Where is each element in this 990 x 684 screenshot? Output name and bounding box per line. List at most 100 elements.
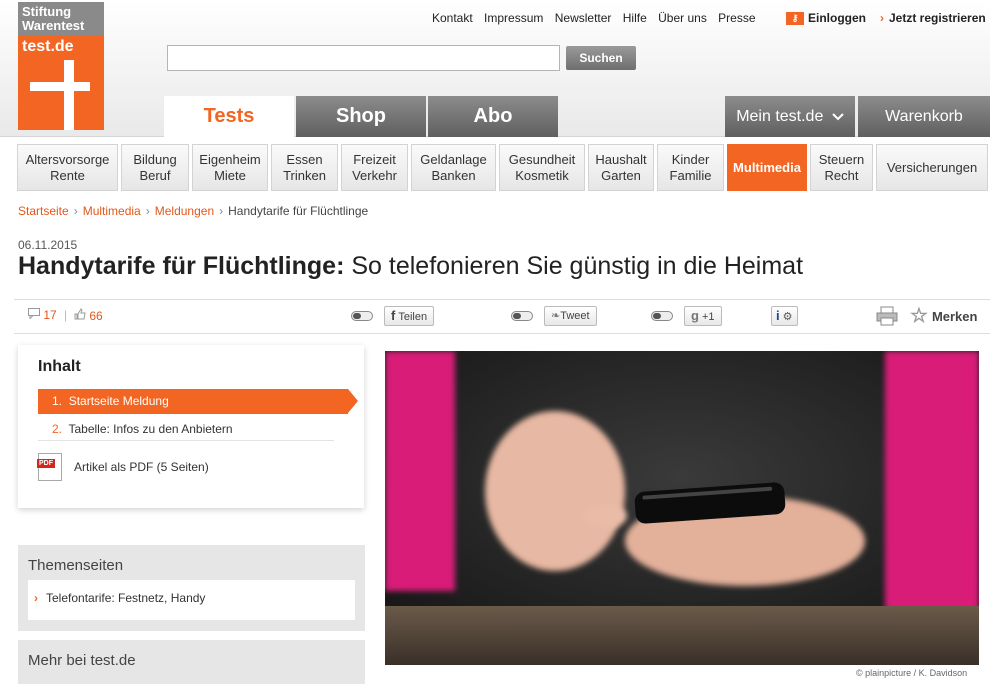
gplus-label: +1 (701, 311, 715, 323)
gear-icon: ⚙ (782, 311, 793, 323)
tab-abo[interactable]: Abo (428, 96, 558, 137)
photo-credit: © plainpicture / K. Davidson (856, 668, 968, 678)
login-link[interactable]: ⚷ Einloggen (786, 11, 866, 25)
cat-label: Steuern (818, 151, 865, 167)
toplink-kontakt[interactable]: Kontakt (432, 11, 473, 25)
pdf-download-link[interactable]: PDF Artikel als PDF (5 Seiten) (37, 453, 209, 481)
comment-icon (28, 308, 40, 320)
toc-label: Tabelle: Infos zu den Anbietern (68, 422, 233, 436)
cat-label: Beruf (139, 167, 171, 183)
cat-label: Miete (214, 167, 246, 183)
cat-label: Freizeit (353, 151, 396, 167)
merken-button[interactable]: ☆ Merken (910, 305, 977, 327)
login-label: Einloggen (808, 11, 866, 25)
tab-shop[interactable]: Shop (296, 96, 426, 137)
cat-freizeit[interactable]: Freizeit Verkehr (341, 144, 408, 191)
themenseiten-link[interactable]: › Telefontarife: Festnetz, Handy (28, 580, 355, 620)
toplink-ueber-uns[interactable]: Über uns (658, 11, 707, 25)
info-button[interactable]: i ⚙ (771, 306, 798, 326)
cat-label: Rente (50, 167, 85, 183)
toc-number: 2. (52, 422, 63, 436)
toc-number: 1. (52, 394, 63, 408)
tab-mein-test-de[interactable]: Mein test.de (725, 96, 855, 137)
star-icon: ☆ (910, 305, 928, 327)
breadcrumb-separator: › (145, 204, 150, 218)
cat-geldanlage[interactable]: Geldanlage Banken (411, 144, 496, 191)
mein-label: Mein test.de (736, 108, 824, 125)
site-logo[interactable]: Stiftung Warentest test.de (18, 2, 104, 130)
cat-label: Kosmetik (515, 167, 569, 183)
breadcrumb-separator: › (219, 204, 224, 218)
share-label: Teilen (398, 311, 428, 323)
facebook-icon: f (391, 308, 396, 323)
breadcrumb-multimedia[interactable]: Multimedia (83, 204, 141, 218)
google-icon: g (691, 308, 699, 323)
cat-label: Kinder (671, 151, 710, 167)
logo-cross-horizontal (30, 82, 90, 91)
comments-count[interactable]: 17 | (28, 308, 71, 322)
logo-line-2: Warentest (22, 18, 85, 33)
gplus-button[interactable]: g +1 (684, 306, 722, 326)
toplink-presse[interactable]: Presse (718, 11, 755, 25)
cat-label: Familie (669, 167, 712, 183)
tab-tests[interactable]: Tests (164, 96, 294, 137)
cat-label: Verkehr (352, 167, 397, 183)
comments-number: 17 (43, 308, 57, 322)
breadcrumb-current: Handytarife für Flüchtlinge (228, 204, 369, 218)
article-date: 06.11.2015 (18, 238, 78, 252)
logo-cross-vertical (64, 60, 74, 130)
cat-steuern[interactable]: Steuern Recht (810, 144, 873, 191)
cat-kinder[interactable]: Kinder Familie (657, 144, 724, 191)
likes-count[interactable]: 66 (74, 308, 103, 323)
tweet-button[interactable]: ❧Tweet (544, 306, 597, 326)
top-links: Kontakt Impressum Newsletter Hilfe Über … (432, 11, 764, 25)
article-photo (385, 351, 979, 665)
page-title: Handytarife für Flüchtlinge: So telefoni… (18, 252, 803, 281)
toplink-newsletter[interactable]: Newsletter (555, 11, 612, 25)
print-button[interactable] (876, 306, 898, 329)
chevron-down-icon (832, 113, 844, 121)
pdf-icon: PDF (37, 453, 62, 481)
facebook-toggle[interactable] (351, 311, 373, 321)
gplus-toggle[interactable] (651, 311, 673, 321)
cat-essen[interactable]: Essen Trinken (271, 144, 338, 191)
toc-item-2[interactable]: 2. Tabelle: Infos zu den Anbietern (38, 417, 334, 441)
tab-warenkorb[interactable]: Warenkorb (858, 96, 990, 137)
chevron-right-icon: › (880, 11, 884, 25)
register-link[interactable]: › Jetzt registrieren (880, 11, 986, 25)
cat-label: Gesundheit (508, 151, 576, 167)
phone-photo-image (385, 351, 979, 665)
cat-haushalt[interactable]: Haushalt Garten (588, 144, 654, 191)
themenseiten-title: Themenseiten (28, 557, 124, 574)
breadcrumb-startseite[interactable]: Startseite (18, 204, 69, 218)
title-bold: Handytarife für Flüchtlinge: (18, 252, 345, 280)
cat-bildung[interactable]: Bildung Beruf (121, 144, 189, 191)
toplink-hilfe[interactable]: Hilfe (623, 11, 647, 25)
cat-label: Altersvorsorge (25, 151, 110, 167)
search-button[interactable]: Suchen (566, 46, 636, 70)
cat-altersvorsorge[interactable]: Altersvorsorge Rente (17, 144, 118, 191)
toplink-impressum[interactable]: Impressum (484, 11, 543, 25)
cat-eigenheim[interactable]: Eigenheim Miete (192, 144, 268, 191)
cat-label: Essen (286, 151, 323, 167)
facebook-share-button[interactable]: f Teilen (384, 306, 435, 326)
mehr-box: Mehr bei test.de (18, 640, 365, 684)
cat-versicherungen[interactable]: Versicherungen (876, 144, 988, 191)
twitter-icon: ❧ (551, 310, 561, 322)
toc-item-1[interactable]: 1. Startseite Meldung (38, 389, 358, 414)
logo-domain: test.de (22, 38, 74, 55)
search-input[interactable] (167, 45, 560, 71)
breadcrumb-meldungen[interactable]: Meldungen (155, 204, 214, 218)
pdf-label: Artikel als PDF (5 Seiten) (74, 460, 209, 474)
themenseiten-box: Themenseiten › Telefontarife: Festnetz, … (18, 545, 365, 631)
printer-icon (876, 306, 898, 326)
social-bar: 17 | 66 f Teilen ❧Tweet g +1 i ⚙ ☆ Merken (14, 299, 990, 334)
cat-multimedia[interactable]: Multimedia (727, 144, 807, 191)
mehr-title: Mehr bei test.de (28, 652, 136, 669)
cat-label: Versicherungen (886, 159, 978, 175)
twitter-toggle[interactable] (511, 311, 533, 321)
cat-gesundheit[interactable]: Gesundheit Kosmetik (499, 144, 585, 191)
logo-text: Stiftung Warentest (18, 2, 104, 36)
info-icon: i (776, 308, 780, 323)
cat-label: Garten (601, 167, 641, 183)
